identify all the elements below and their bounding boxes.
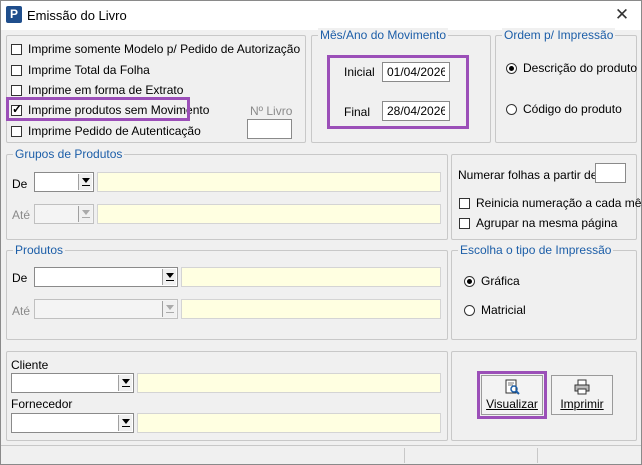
radio-label: Gráfica [481, 274, 520, 288]
status-divider [404, 448, 405, 463]
checkbox-box[interactable] [11, 43, 22, 55]
num-livro-input[interactable] [247, 119, 292, 139]
checkbox-box[interactable] [11, 84, 22, 96]
checkbox-pedido-autenticacao[interactable]: Imprime Pedido de Autenticação [11, 124, 201, 138]
grupos-de-desc[interactable] [97, 172, 441, 192]
checkbox-label: Agrupar na mesma página [476, 216, 618, 230]
status-divider [537, 448, 538, 463]
chevron-down-icon[interactable] [118, 375, 132, 391]
radio-dot[interactable] [506, 62, 517, 74]
radio-dot[interactable] [464, 304, 475, 316]
cliente-label: Cliente [11, 358, 49, 372]
chevron-down-icon[interactable] [162, 301, 176, 317]
produtos-de-desc[interactable] [181, 267, 441, 287]
chevron-down-icon[interactable] [78, 206, 92, 222]
tipo-legend: Escolha o tipo de Impressão [458, 243, 614, 257]
checkbox-reinicia[interactable]: Reinicia numeração a cada mês [459, 196, 642, 210]
cliente-combo[interactable] [11, 373, 134, 393]
app-icon: P [6, 6, 22, 23]
tipo-group: Escolha o tipo de Impressão [451, 243, 637, 340]
chevron-down-icon[interactable] [78, 174, 92, 190]
imprimir-label: Imprimir [560, 397, 604, 411]
produtos-legend: Produtos [13, 243, 66, 257]
checkbox-label: Imprime em forma de Extrato [28, 83, 184, 97]
numerar-input[interactable] [595, 163, 626, 183]
final-date-input[interactable] [382, 101, 450, 121]
grupos-ate-desc[interactable] [97, 204, 441, 224]
dialog-window: P Emissão do Livro ✕ Imprime somente Mod… [0, 0, 642, 465]
radio-grafica[interactable]: Gráfica [464, 274, 520, 288]
grupos-de-combo[interactable] [34, 172, 94, 192]
checkbox-modelo-pedido[interactable]: Imprime somente Modelo p/ Pedido de Auto… [11, 42, 300, 56]
checkbox-label: Reinicia numeração a cada mês [476, 196, 642, 210]
window-title: Emissão do Livro [27, 8, 127, 23]
produtos-ate-combo[interactable] [34, 299, 178, 319]
checkbox-box[interactable] [459, 217, 470, 229]
highlight-sem-movimento [6, 97, 190, 121]
grupos-de-label: De [12, 177, 28, 191]
radio-label: Código do produto [523, 102, 622, 116]
imprimir-button[interactable]: Imprimir [551, 375, 613, 415]
grupos-group: Grupos de Produtos [6, 147, 448, 240]
periodo-legend: Mês/Ano do Movimento [318, 28, 449, 42]
radio-label: Matricial [481, 303, 526, 317]
produtos-ate-label: Até [12, 304, 31, 318]
numerar-label: Numerar folhas a partir de [458, 168, 598, 182]
checkbox-label: Imprime Pedido de Autenticação [28, 124, 201, 138]
radio-label: Descrição do produto [523, 61, 638, 75]
cliente-desc[interactable] [137, 373, 441, 393]
grupos-ate-combo[interactable] [34, 204, 94, 224]
highlight-visualizar [477, 371, 547, 419]
checkbox-total-folha[interactable]: Imprime Total da Folha [11, 63, 150, 77]
num-livro-label: Nº Livro [250, 104, 293, 118]
radio-dot[interactable] [506, 103, 517, 115]
close-icon[interactable]: ✕ [611, 4, 633, 26]
grupos-ate-label: Até [12, 208, 31, 222]
final-label: Final [344, 105, 371, 119]
produtos-de-label: De [12, 271, 28, 285]
radio-descricao-produto[interactable]: Descrição do produto [506, 61, 637, 75]
checkbox-agrupar[interactable]: Agrupar na mesma página [459, 216, 617, 230]
produtos-de-combo[interactable] [34, 267, 178, 287]
checkbox-label: Imprime somente Modelo p/ Pedido de Auto… [28, 42, 301, 56]
checkbox-label: Imprime Total da Folha [28, 63, 150, 77]
checkbox-box[interactable] [11, 125, 22, 137]
checkbox-forma-extrato[interactable]: Imprime em forma de Extrato [11, 83, 183, 97]
ordem-legend: Ordem p/ Impressão [502, 28, 616, 42]
fornecedor-combo[interactable] [11, 413, 134, 433]
radio-dot[interactable] [464, 275, 475, 287]
inicial-date-input[interactable] [382, 62, 450, 82]
ordem-group: Ordem p/ Impressão [495, 28, 637, 143]
printer-icon [574, 379, 590, 395]
inicial-label: Inicial [344, 65, 375, 79]
fornecedor-desc[interactable] [137, 413, 441, 433]
produtos-ate-desc[interactable] [181, 299, 441, 319]
grupos-legend: Grupos de Produtos [13, 147, 125, 161]
title-bar: P Emissão do Livro ✕ [1, 1, 641, 30]
status-bar [1, 445, 641, 465]
produtos-group: Produtos [6, 243, 448, 340]
radio-matricial[interactable]: Matricial [464, 303, 526, 317]
checkbox-box[interactable] [11, 64, 22, 76]
radio-codigo-produto[interactable]: Código do produto [506, 102, 622, 116]
checkbox-box[interactable] [459, 197, 470, 209]
fornecedor-label: Fornecedor [11, 397, 73, 411]
chevron-down-icon[interactable] [162, 269, 176, 285]
chevron-down-icon[interactable] [118, 415, 132, 431]
